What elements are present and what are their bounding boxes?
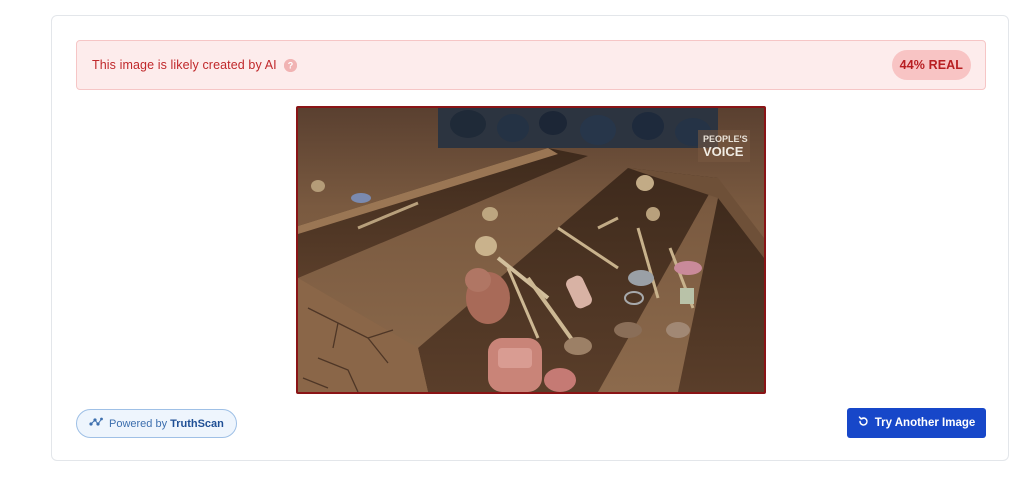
try-another-image-label: Try Another Image xyxy=(874,417,976,429)
score-badge: 44% REAL xyxy=(891,50,971,80)
watermark-line1: PEOPLE'S xyxy=(703,134,748,144)
watermark-line2: VOICE xyxy=(703,144,744,159)
try-another-image-button[interactable]: Try Another Image xyxy=(847,408,986,438)
verdict-text: This image is likely created by AI xyxy=(92,58,277,72)
result-card: This image is likely created by AI ? 44%… xyxy=(51,15,1009,461)
analyzed-image: PEOPLE'S VOICE xyxy=(296,106,766,394)
powered-by-badge[interactable]: Powered by TruthScan xyxy=(76,409,237,438)
verdict-message: This image is likely created by AI ? xyxy=(92,58,297,72)
powered-by-prefix: Powered by xyxy=(109,417,168,430)
rotate-ccw-icon xyxy=(858,416,869,430)
svg-text:?: ? xyxy=(287,60,293,70)
powered-by-brand: TruthScan xyxy=(170,417,224,430)
image-watermark: PEOPLE'S VOICE xyxy=(698,130,750,162)
truthscan-logo-icon xyxy=(89,417,103,430)
analyzed-image-picture: PEOPLE'S VOICE xyxy=(298,108,764,392)
verdict-banner: This image is likely created by AI ? 44%… xyxy=(76,40,986,90)
help-icon[interactable]: ? xyxy=(283,58,297,72)
